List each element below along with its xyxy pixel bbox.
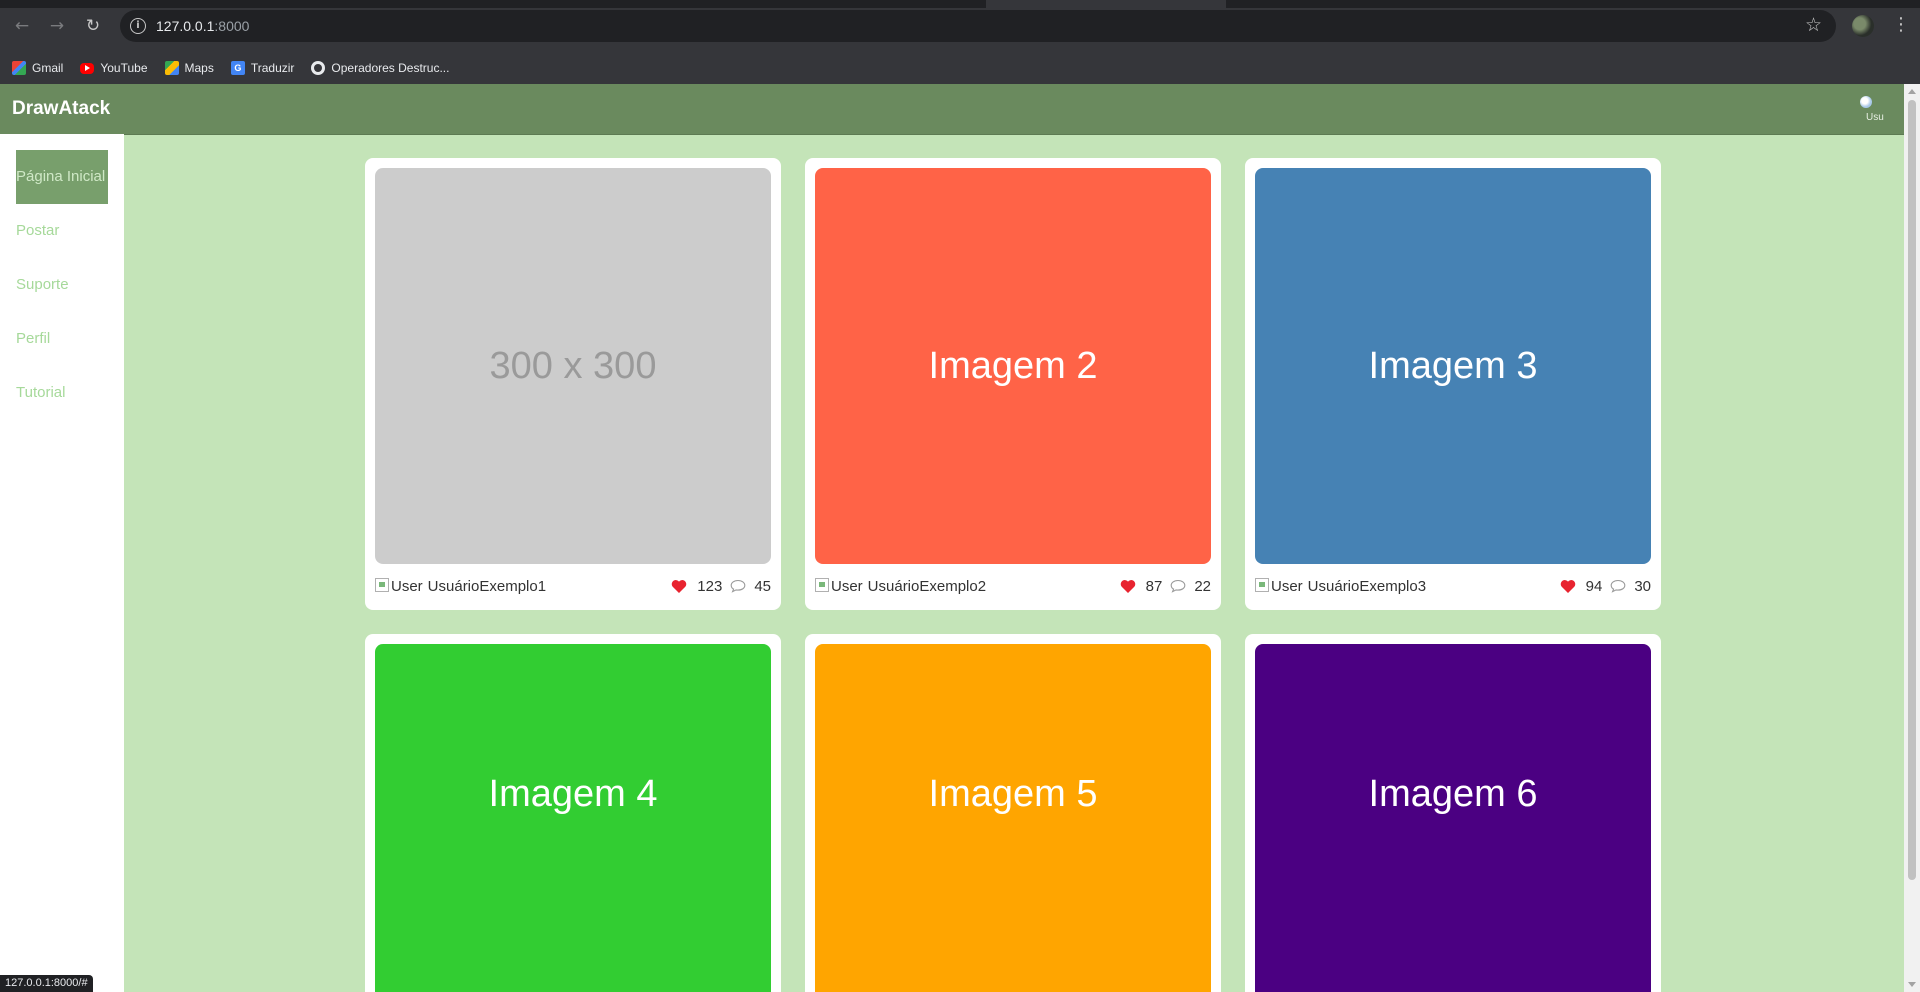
post-card[interactable]: Imagem 2 User UsuárioExemplo2 87 22: [805, 158, 1221, 610]
heart-icon[interactable]: [1120, 579, 1136, 594]
heart-icon[interactable]: [671, 579, 687, 594]
sidebar-item-suporte[interactable]: Suporte: [16, 258, 108, 312]
post-image[interactable]: 300 x 300: [375, 168, 771, 564]
post-username[interactable]: UsuárioExemplo1: [428, 578, 546, 595]
post-stats: 94 30: [1560, 578, 1651, 595]
scroll-up-arrow-icon[interactable]: [1908, 89, 1916, 94]
post-stats: 87 22: [1120, 578, 1211, 595]
bookmarks-bar: Gmail YouTube Maps G Traduzir Operadores…: [0, 52, 1920, 84]
sidebar-item-postar[interactable]: Postar: [16, 204, 108, 258]
post-card[interactable]: 300 x 300 User UsuárioExemplo1 123 45: [365, 158, 781, 610]
bookmark-operadores[interactable]: Operadores Destruc...: [311, 61, 449, 75]
gmail-icon: [12, 61, 26, 75]
user-avatar[interactable]: User: [815, 578, 868, 595]
tab-strip: [0, 0, 1920, 8]
sidebar-item-tutorial[interactable]: Tutorial: [16, 366, 108, 420]
broken-image-icon: [1255, 578, 1269, 592]
broken-image-icon: [815, 578, 829, 592]
bookmark-label: Operadores Destruc...: [331, 61, 450, 75]
post-card[interactable]: Imagem 3 User UsuárioExemplo3 94 30: [1245, 158, 1661, 610]
comment-count: 45: [754, 577, 771, 595]
scroll-down-arrow-icon[interactable]: [1908, 982, 1916, 987]
sidebar-item-pagina-inicial[interactable]: Página Inicial: [16, 150, 108, 204]
profile-avatar[interactable]: [1852, 15, 1874, 37]
post-stats: 123 45: [671, 578, 771, 595]
post-meta: User UsuárioExemplo1 123 45: [375, 575, 771, 597]
app-title[interactable]: DrawAtack: [12, 98, 110, 120]
avatar-alt-text: User: [831, 577, 863, 595]
post-image[interactable]: Imagem 2: [815, 168, 1211, 564]
maps-icon: [164, 61, 179, 75]
menu-kebab-icon[interactable]: ⋮: [1892, 13, 1910, 37]
bookmark-traduzir[interactable]: G Traduzir: [230, 61, 295, 75]
post-card[interactable]: Imagem 5: [805, 634, 1221, 992]
youtube-icon: [80, 62, 95, 74]
post-username[interactable]: UsuárioExemplo2: [868, 578, 986, 595]
user-avatar[interactable]: User: [1255, 578, 1308, 595]
post-meta: User UsuárioExemplo3 94 30: [1255, 575, 1651, 597]
bookmark-maps[interactable]: Maps: [164, 61, 214, 75]
avatar-alt-text: Usu: [1866, 112, 1884, 122]
translate-icon: G: [230, 61, 245, 75]
url-text[interactable]: 127.0.0.1:8000: [156, 18, 249, 34]
post-meta: User UsuárioExemplo2 87 22: [815, 575, 1211, 597]
site-info-icon[interactable]: i: [130, 18, 146, 34]
bookmark-label: Traduzir: [250, 61, 295, 75]
globe-icon: [311, 61, 326, 75]
reload-icon[interactable]: ↻: [82, 15, 104, 37]
back-arrow-icon[interactable]: ←: [11, 15, 33, 37]
browser-toolbar: ← → ↻ i 127.0.0.1:8000 ☆ ⋮: [0, 0, 1920, 52]
like-count: 94: [1585, 577, 1603, 595]
bookmark-label: Gmail: [32, 61, 64, 75]
comment-icon[interactable]: [730, 579, 746, 593]
bookmark-youtube[interactable]: YouTube: [80, 61, 148, 75]
like-count: 87: [1145, 577, 1163, 595]
link-status-bubble: 127.0.0.1:8000/#: [0, 975, 93, 992]
sidebar: Página Inicial Postar Suporte Perfil Tut…: [0, 134, 124, 992]
scrollbar-thumb[interactable]: [1908, 100, 1916, 880]
bookmark-label: Maps: [184, 61, 214, 75]
post-image[interactable]: Imagem 6: [1255, 644, 1651, 992]
post-card[interactable]: Imagem 4: [365, 634, 781, 992]
broken-image-icon: [375, 578, 389, 592]
user-avatar[interactable]: Usu: [1858, 94, 1884, 122]
bookmark-star-icon[interactable]: ☆: [1805, 14, 1822, 36]
sidebar-item-perfil[interactable]: Perfil: [16, 312, 108, 366]
comment-count: 22: [1194, 577, 1211, 595]
post-card[interactable]: Imagem 6: [1245, 634, 1661, 992]
comment-icon[interactable]: [1610, 579, 1626, 593]
post-image[interactable]: Imagem 4: [375, 644, 771, 992]
bookmark-gmail[interactable]: Gmail: [12, 61, 63, 75]
address-bar[interactable]: i 127.0.0.1:8000 ☆: [120, 10, 1836, 42]
active-tab[interactable]: [986, 0, 1226, 8]
forward-arrow-icon[interactable]: →: [46, 15, 68, 37]
comment-count: 30: [1634, 577, 1651, 595]
avatar-alt-text: User: [1271, 577, 1303, 595]
post-image[interactable]: Imagem 3: [1255, 168, 1651, 564]
avatar-alt-text: User: [391, 577, 423, 595]
user-avatar[interactable]: User: [375, 578, 428, 595]
page-scrollbar[interactable]: [1904, 84, 1920, 992]
app-header: DrawAtack Usu: [0, 84, 1904, 135]
post-image[interactable]: Imagem 5: [815, 644, 1211, 992]
post-username[interactable]: UsuárioExemplo3: [1308, 578, 1426, 595]
comment-icon[interactable]: [1170, 579, 1186, 593]
like-count: 123: [697, 577, 723, 595]
bookmark-label: YouTube: [100, 61, 148, 75]
heart-icon[interactable]: [1560, 579, 1576, 594]
